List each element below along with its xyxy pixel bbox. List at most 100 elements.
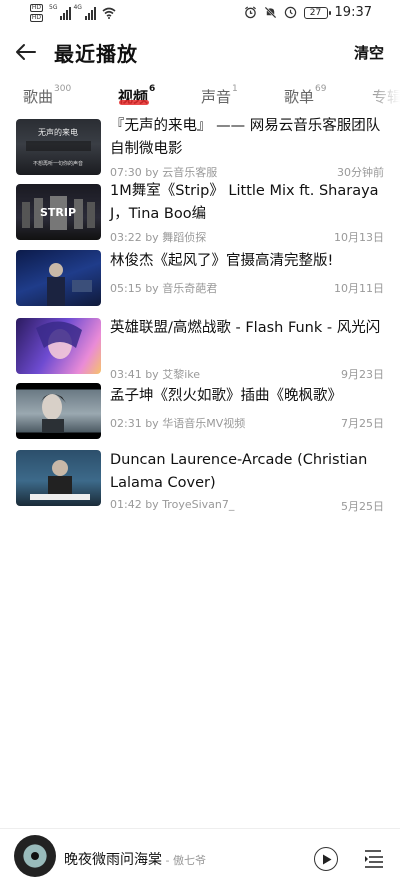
video-author: TroyeSivan7_ xyxy=(162,498,235,511)
by-label: by xyxy=(145,498,159,511)
mute-icon xyxy=(263,6,277,19)
video-duration: 05:15 xyxy=(110,282,142,295)
list-item[interactable]: Duncan Laurence-Arcade (Christian Lalama… xyxy=(0,450,400,517)
video-played-time: 7月25日 xyxy=(341,417,384,430)
video-duration: 02:31 xyxy=(110,417,142,430)
signal1-icon xyxy=(60,4,72,20)
now-playing[interactable]: 晚夜微雨问海棠 - 傲七爷 xyxy=(64,849,206,869)
net2-label: 4G xyxy=(73,4,82,11)
thumbnail-art xyxy=(36,321,82,359)
video-meta: 03:41 by 艾黎ike 9月23日 xyxy=(110,366,384,382)
video-author: 舞蹈侦探 xyxy=(162,231,207,244)
video-duration: 01:42 xyxy=(110,498,142,511)
tab-bar: 歌曲300 视频6 声音1 歌单69 专辑 xyxy=(0,82,400,112)
thumbnail-art: STRIP xyxy=(22,196,95,230)
arrow-left-icon[interactable] xyxy=(14,40,38,64)
net1-label: 5G xyxy=(49,4,58,11)
meta-left: 03:22 by 舞蹈侦探 xyxy=(110,229,206,245)
video-duration: 03:41 xyxy=(110,368,142,381)
list-item[interactable]: 林俊杰《起风了》官摄高清完整版! 05:15 by 音乐奇葩君 10月11日 xyxy=(0,249,400,316)
play-button[interactable] xyxy=(314,847,338,871)
song-title: 晚夜微雨问海棠 xyxy=(64,852,162,868)
video-meta: 03:22 by 舞蹈侦探 10月13日 xyxy=(110,229,384,245)
wifi-icon xyxy=(102,7,116,19)
video-list: 无声的来电 不想再听一句你的声音 『无声的来电』 —— 网易云音乐客服团队自制微… xyxy=(0,115,400,517)
meta-left: 05:15 by 音乐奇葩君 xyxy=(110,280,217,296)
tab-playlists[interactable]: 歌单69 xyxy=(284,84,327,107)
tab-label: 歌单 xyxy=(284,88,315,106)
list-item[interactable]: 英雄联盟/高燃战歌 - Flash Funk - 风光闪 03:41 by 艾黎… xyxy=(0,316,400,383)
tab-songs[interactable]: 歌曲300 xyxy=(23,84,72,107)
alarm-icon xyxy=(244,6,256,19)
video-meta: 05:15 by 音乐奇葩君 10月11日 xyxy=(110,280,384,296)
status-bar: HD HD 5G 4G 27 19:37 xyxy=(0,0,400,28)
video-title: 1M舞室《Strip》 Little Mix ft. Sharaya J，Tin… xyxy=(110,183,379,222)
song-artist: 傲七爷 xyxy=(172,854,206,867)
video-author: 音乐奇葩君 xyxy=(162,282,218,295)
meta-left: 03:41 by 艾黎ike xyxy=(110,366,200,382)
video-thumbnail[interactable] xyxy=(16,450,101,506)
video-author: 艾黎ike xyxy=(162,368,201,381)
video-title: Duncan Laurence-Arcade (Christian Lalama… xyxy=(110,452,368,491)
video-author: 华语音乐MV视频 xyxy=(162,417,246,430)
video-played-time: 9月23日 xyxy=(341,368,384,381)
video-title: 林俊杰《起风了》官摄高清完整版! xyxy=(110,253,334,269)
video-played-time: 5月25日 xyxy=(341,500,384,513)
clock: 19:37 xyxy=(334,5,372,20)
by-label: by xyxy=(145,368,159,381)
tab-label: 歌曲 xyxy=(23,88,54,106)
tab-count: 300 xyxy=(54,84,72,94)
battery-icon: 27 xyxy=(303,6,331,19)
sim1-icon: HD xyxy=(30,4,43,12)
page-title: 最近播放 xyxy=(54,42,138,66)
video-thumbnail[interactable]: 无声的来电 不想再听一句你的声音 xyxy=(16,119,101,175)
signal2-icon xyxy=(84,4,96,20)
tab-count: 6 xyxy=(149,84,156,94)
timer-icon xyxy=(284,6,296,19)
video-title: 『无声的来电』 —— 网易云音乐客服团队自制微电影 xyxy=(110,118,381,157)
status-right: 27 19:37 xyxy=(244,5,372,20)
video-thumbnail[interactable]: STRIP xyxy=(16,184,101,240)
meta-left: 02:31 by 华语音乐MV视频 xyxy=(110,415,245,431)
video-played-time: 10月11日 xyxy=(334,282,384,295)
video-duration: 07:30 xyxy=(110,166,142,179)
list-item[interactable]: 孟子坤《烈火如歌》插曲《晚枫歌》 02:31 by 华语音乐MV视频 7月25日 xyxy=(0,383,400,450)
active-tab-indicator xyxy=(119,100,149,105)
mini-player[interactable]: 晚夜微雨问海棠 - 傲七爷 xyxy=(0,828,400,888)
video-duration: 03:22 xyxy=(110,231,142,244)
by-label: by xyxy=(145,282,159,295)
playlist-icon[interactable] xyxy=(363,847,385,869)
thumbnail-art xyxy=(30,460,90,500)
by-label: by xyxy=(145,166,159,179)
sim-icons: HD HD xyxy=(30,4,43,22)
by-label: by xyxy=(145,417,159,430)
meta-left: 01:42 by TroyeSivan7_ xyxy=(110,498,234,514)
video-meta: 01:42 by TroyeSivan7_ 5月25日 xyxy=(110,498,384,514)
tab-sounds[interactable]: 声音1 xyxy=(201,84,238,107)
video-played-time: 30分钟前 xyxy=(337,166,384,179)
sim2-icon: HD xyxy=(30,14,43,22)
list-item[interactable]: STRIP 1M舞室《Strip》 Little Mix ft. Sharaya… xyxy=(0,182,400,249)
video-played-time: 10月13日 xyxy=(334,231,384,244)
thumbnail-art xyxy=(40,394,66,432)
tab-count: 1 xyxy=(232,84,238,94)
tab-count: 69 xyxy=(315,84,327,94)
thumb-subtitle: 不想再听一句你的声音 xyxy=(33,160,83,167)
video-thumbnail[interactable] xyxy=(16,250,101,306)
thumb-word: STRIP xyxy=(40,206,76,219)
meta-left: 07:30 by 云音乐客服 xyxy=(110,164,217,180)
video-thumbnail[interactable] xyxy=(16,383,101,439)
video-meta: 02:31 by 华语音乐MV视频 7月25日 xyxy=(110,415,384,431)
video-title: 孟子坤《烈火如歌》插曲《晚枫歌》 xyxy=(110,388,342,404)
tab-fade xyxy=(360,82,400,112)
album-disc[interactable] xyxy=(14,835,56,877)
list-item[interactable]: 无声的来电 不想再听一句你的声音 『无声的来电』 —— 网易云音乐客服团队自制微… xyxy=(0,115,400,182)
thumb-title: 无声的来电 xyxy=(38,127,78,137)
by-label: by xyxy=(145,231,159,244)
clear-button[interactable]: 清空 xyxy=(354,42,384,63)
play-icon xyxy=(323,854,332,865)
song-separator: - xyxy=(162,854,173,867)
video-thumbnail[interactable] xyxy=(16,318,101,374)
thumbnail-art xyxy=(47,263,92,306)
tab-label: 声音 xyxy=(201,88,232,106)
